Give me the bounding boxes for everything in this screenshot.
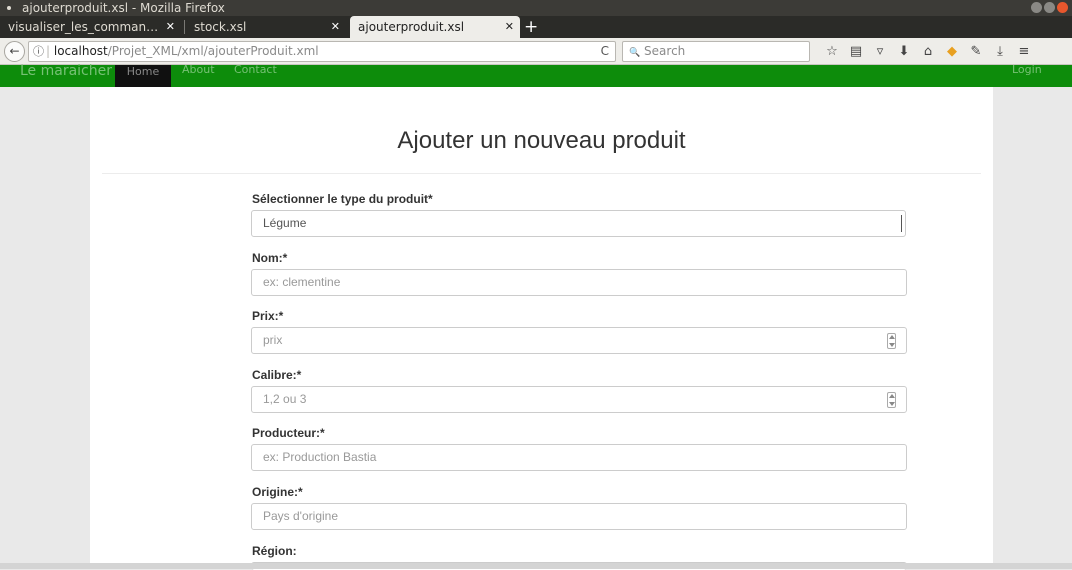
maximize-icon[interactable]	[1044, 2, 1055, 13]
tab-close-icon[interactable]: ✕	[505, 16, 514, 38]
nav-home[interactable]: Home	[115, 65, 171, 87]
tab-label: stock.xsl	[194, 20, 247, 34]
back-button[interactable]: ←	[4, 41, 25, 62]
eyedropper-icon[interactable]: ✎	[964, 42, 988, 61]
producteur-input[interactable]: ex: Production Bastia	[251, 444, 907, 471]
nav-about[interactable]: About	[182, 63, 215, 76]
select-caret-icon	[901, 215, 904, 232]
new-tab-button[interactable]: +	[524, 16, 538, 38]
tab-label: visualiser_les_comman…	[8, 20, 159, 34]
prix-label: Prix:*	[252, 309, 284, 323]
producteur-label: Producteur:*	[252, 426, 325, 440]
close-icon[interactable]	[1057, 2, 1068, 13]
horizontal-scrollbar[interactable]	[0, 563, 1072, 569]
region-label: Région:	[252, 544, 297, 558]
site-navbar: Le maraicher Home About Contact Login	[0, 63, 1072, 87]
search-input[interactable]: 🔍 Search	[622, 41, 810, 62]
prix-input[interactable]: prix	[251, 327, 907, 354]
window-titlebar: ajouterproduit.xsl - Mozilla Firefox	[0, 0, 1072, 16]
window-menu-icon[interactable]	[7, 6, 11, 10]
nom-label: Nom:*	[252, 251, 288, 265]
home-icon[interactable]: ⌂	[916, 42, 940, 61]
calibre-spinner-icon[interactable]	[887, 392, 896, 408]
window-controls	[1031, 2, 1068, 13]
calibre-input[interactable]: 1,2 ou 3	[251, 386, 907, 413]
url-host: localhost	[53, 44, 108, 58]
tab-ajouterproduit[interactable]: ajouterproduit.xsl ✕	[350, 16, 520, 38]
site-brand[interactable]: Le maraicher	[20, 63, 112, 79]
pocket-icon[interactable]: ▿	[868, 42, 892, 61]
origine-label: Origine:*	[252, 485, 303, 499]
url-bar[interactable]: ⓘ | localhost/Projet_XML/xml/ajouterProdu…	[28, 41, 616, 62]
toolbar-icons: ☆ ▤ ▿ ⬇ ⌂ ◆ ✎ ⤓ ≡	[820, 42, 1036, 61]
nav-contact[interactable]: Contact	[234, 63, 277, 76]
tab-visualiser[interactable]: visualiser_les_comman… ✕	[0, 16, 181, 38]
page-title: Ajouter un nouveau produit	[397, 127, 686, 154]
calibre-placeholder: 1,2 ou 3	[263, 392, 307, 406]
extension-icon[interactable]: ◆	[940, 42, 964, 61]
tab-close-icon[interactable]: ✕	[166, 16, 175, 38]
prix-spinner-icon[interactable]	[887, 333, 896, 349]
type-label: Sélectionner le type du produit*	[252, 192, 433, 206]
menu-icon[interactable]: ≡	[1012, 42, 1036, 61]
reading-list-icon[interactable]: ▤	[844, 42, 868, 61]
search-placeholder: Search	[644, 44, 686, 58]
save-download-icon[interactable]: ⤓	[988, 42, 1012, 61]
origine-input[interactable]: Pays d'origine	[251, 503, 907, 530]
info-icon[interactable]: ⓘ	[33, 45, 44, 58]
tab-close-icon[interactable]: ✕	[331, 16, 340, 38]
url-path: /Projet_XML/xml/ajouterProduit.xml	[107, 44, 319, 58]
downloads-icon[interactable]: ⬇	[892, 42, 916, 61]
type-select[interactable]: Légume	[251, 210, 906, 237]
search-icon: 🔍	[629, 48, 641, 58]
navigation-toolbar: ← ⓘ | localhost/Projet_XML/xml/ajouterPro…	[0, 38, 1072, 65]
reload-icon[interactable]: C	[601, 42, 609, 61]
tab-stock[interactable]: stock.xsl ✕	[186, 16, 346, 38]
minimize-icon[interactable]	[1031, 2, 1042, 13]
calibre-label: Calibre:*	[252, 368, 302, 382]
tab-separator	[184, 20, 185, 34]
bookmark-star-icon[interactable]: ☆	[820, 42, 844, 61]
divider	[102, 173, 981, 174]
nom-input[interactable]: ex: clementine	[251, 269, 907, 296]
main-content: Ajouter un nouveau produit Sélectionner …	[90, 87, 993, 570]
tab-label: ajouterproduit.xsl	[358, 20, 465, 34]
type-select-value: Légume	[263, 216, 307, 230]
nav-login[interactable]: Login	[1012, 63, 1042, 76]
prix-placeholder: prix	[263, 333, 283, 347]
window-title: ajouterproduit.xsl - Mozilla Firefox	[22, 1, 225, 15]
